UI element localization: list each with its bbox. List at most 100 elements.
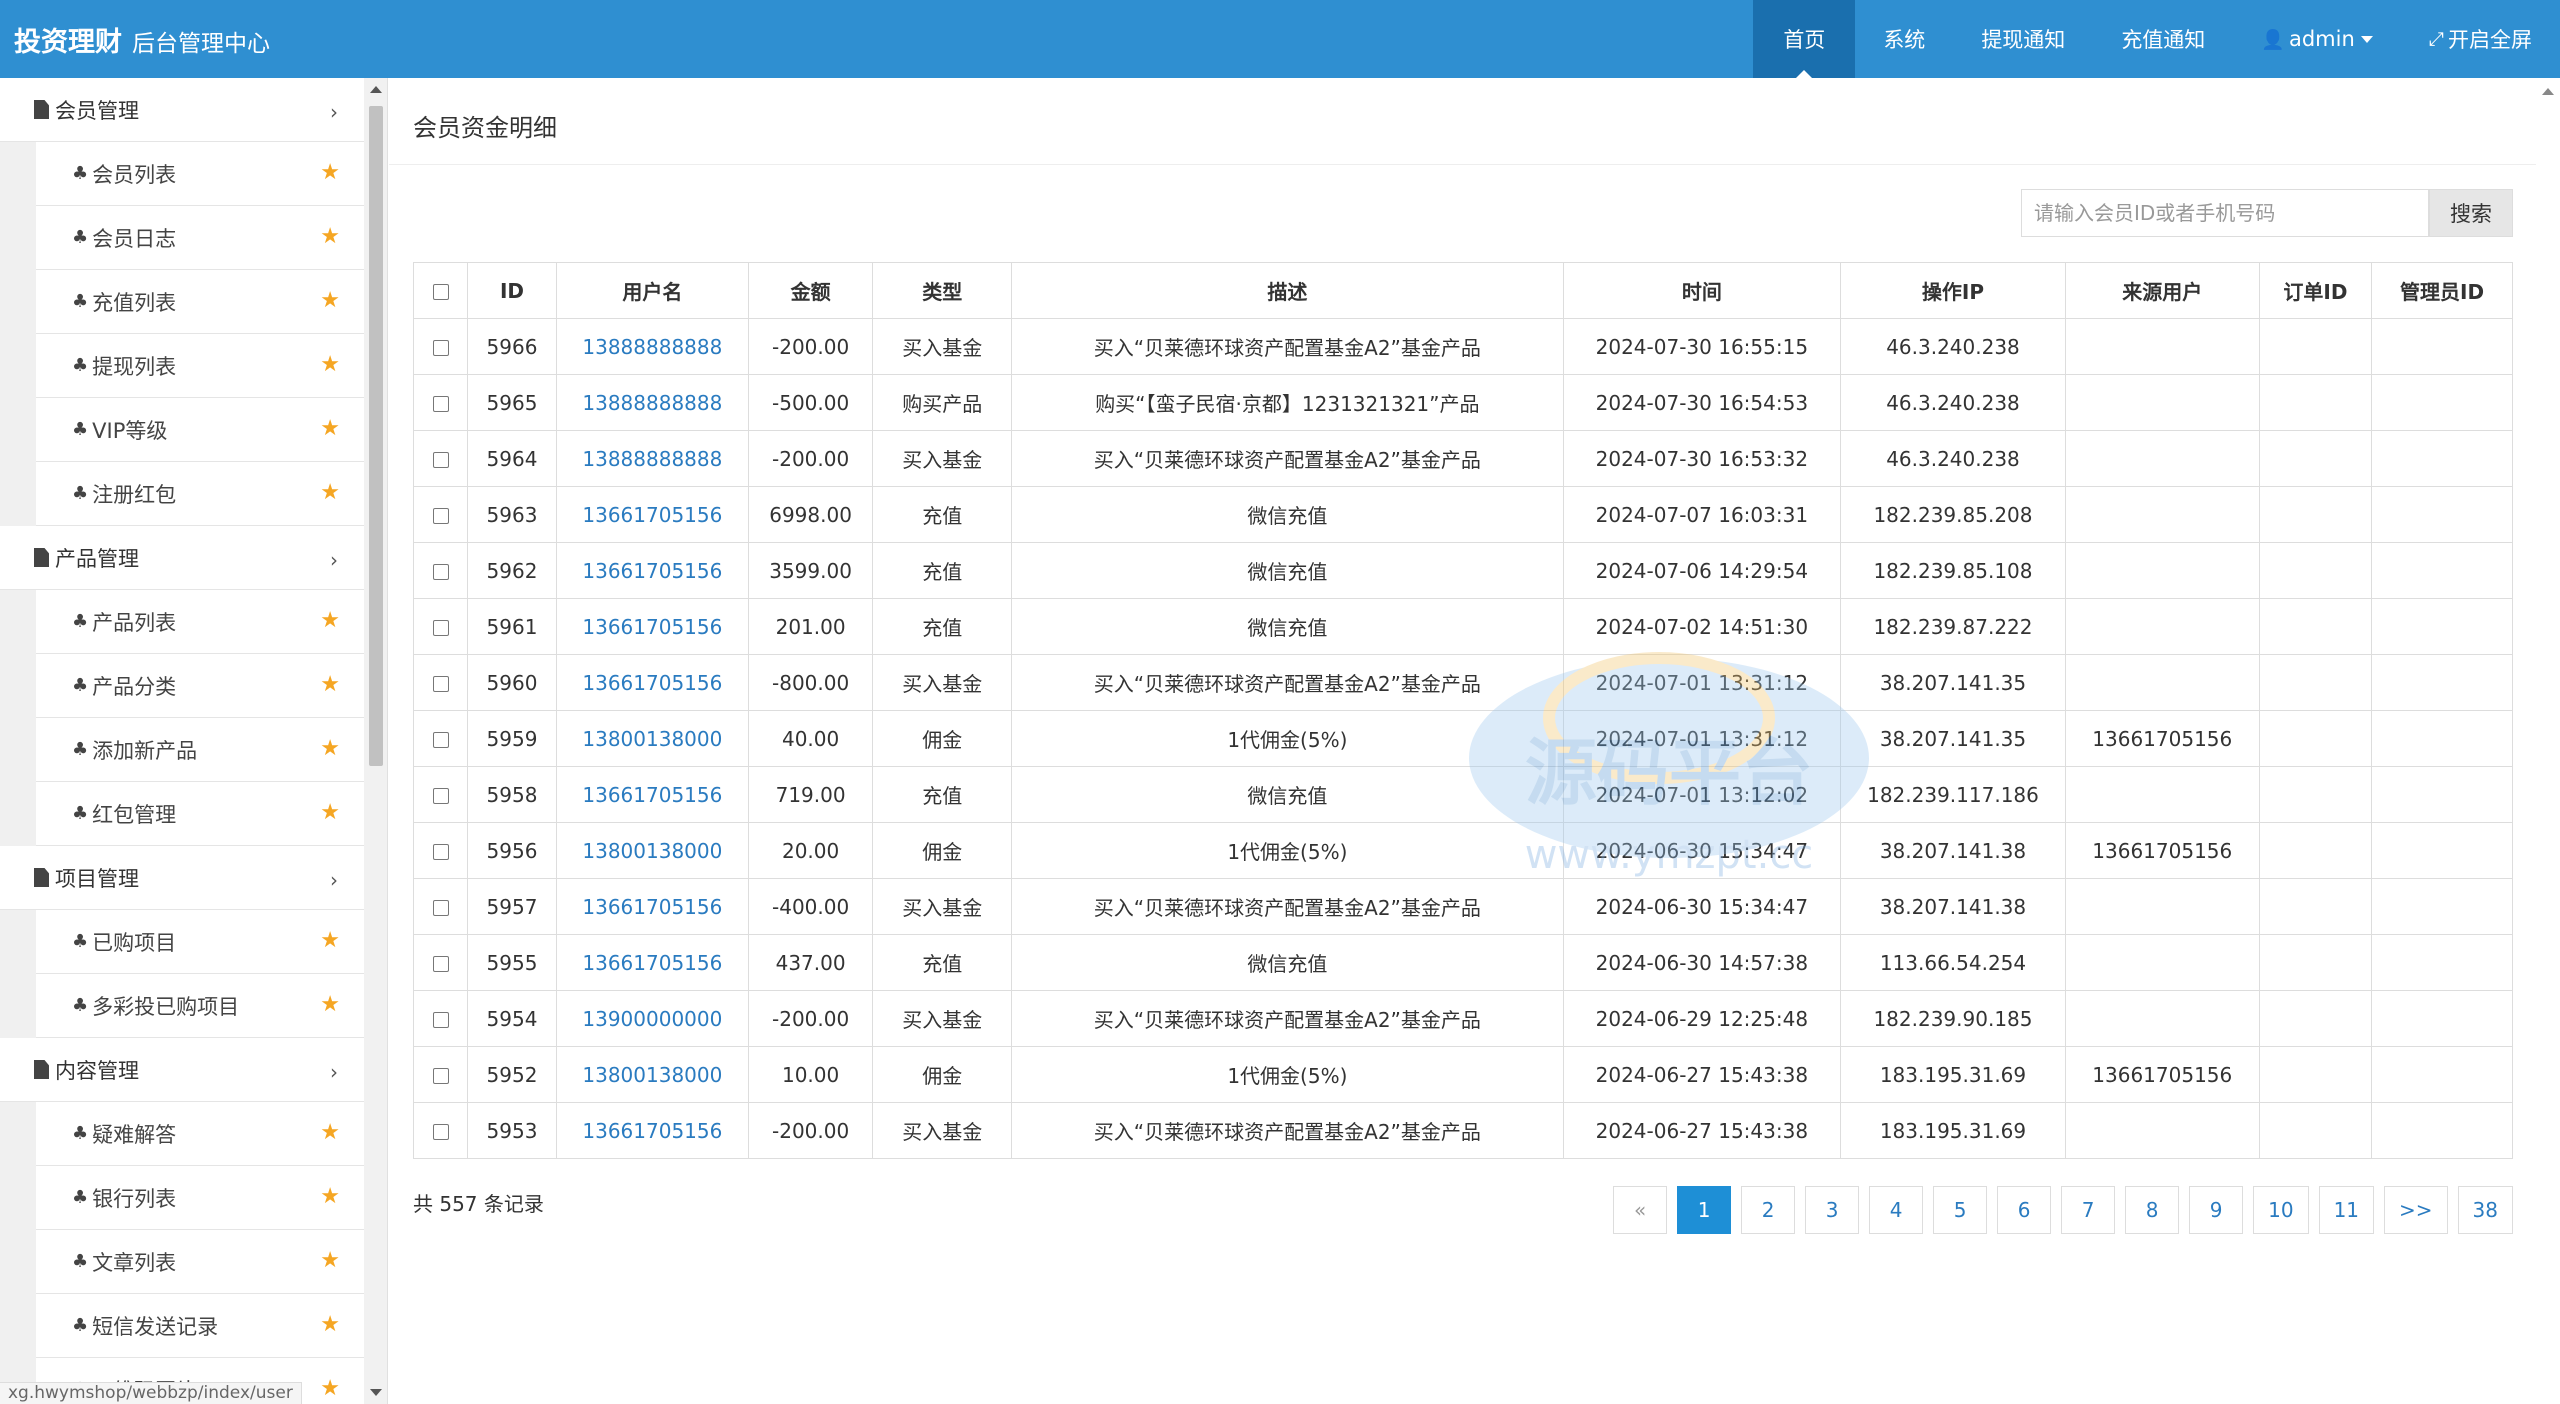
username-link[interactable]: 13661705156: [582, 615, 722, 639]
sidebar-item-member-list[interactable]: ♣ 会员列表 ★: [36, 142, 364, 206]
page-number[interactable]: 10: [2253, 1186, 2309, 1234]
search-input[interactable]: [2021, 189, 2429, 237]
table-cell: 5962: [467, 542, 557, 599]
table-cell: 183.195.31.69: [1840, 1046, 2066, 1103]
page-number[interactable]: 7: [2061, 1186, 2116, 1234]
row-checkbox-cell[interactable]: [412, 822, 469, 879]
scroll-down-arrow-icon[interactable]: [370, 1389, 382, 1396]
scroll-up-arrow-icon[interactable]: [370, 86, 382, 93]
row-checkbox-cell[interactable]: [412, 990, 469, 1047]
search-button[interactable]: 搜索: [2429, 189, 2513, 237]
row-checkbox-cell[interactable]: [412, 374, 469, 431]
row-checkbox-cell[interactable]: [412, 1102, 469, 1159]
row-checkbox[interactable]: [432, 564, 449, 580]
row-checkbox-cell[interactable]: [412, 318, 469, 375]
table-cell: 2024-07-30 16:54:53: [1562, 374, 1842, 431]
nav-home[interactable]: 首页: [1753, 0, 1856, 78]
sidebar-item-sms-log[interactable]: ♣ 短信发送记录 ★: [36, 1294, 364, 1358]
nav-admin-menu[interactable]: 👤 admin: [2233, 0, 2400, 78]
page-number[interactable]: 2: [1741, 1186, 1796, 1234]
table-cell: [2064, 654, 2260, 711]
sidebar-group-product[interactable]: 产品管理 ›: [0, 526, 364, 590]
page-number[interactable]: 6: [1997, 1186, 2052, 1234]
page-next[interactable]: >>: [2384, 1186, 2448, 1234]
username-link[interactable]: 13888888888: [582, 447, 722, 471]
scroll-up-arrow-icon[interactable]: [2542, 88, 2554, 95]
row-checkbox[interactable]: [432, 676, 449, 692]
username-link[interactable]: 13661705156: [582, 671, 722, 695]
username-link[interactable]: 13661705156: [582, 503, 722, 527]
sidebar-group-project[interactable]: 项目管理 ›: [0, 846, 364, 910]
username-link[interactable]: 13900000000: [582, 1007, 722, 1031]
row-checkbox[interactable]: [432, 620, 449, 636]
username-link[interactable]: 13661705156: [582, 559, 722, 583]
sidebar-item-withdraw-list[interactable]: ♣ 提现列表 ★: [36, 334, 364, 398]
row-checkbox-cell[interactable]: [412, 598, 469, 655]
row-checkbox[interactable]: [432, 1124, 449, 1140]
row-checkbox[interactable]: [432, 396, 449, 412]
nav-recharge-notice[interactable]: 充值通知: [2093, 0, 2233, 78]
sidebar-item-bank-list[interactable]: ♣ 银行列表 ★: [36, 1166, 364, 1230]
sidebar-item-register-bonus[interactable]: ♣ 注册红包 ★: [36, 462, 364, 526]
sidebar-item-member-log[interactable]: ♣ 会员日志 ★: [36, 206, 364, 270]
row-checkbox-cell[interactable]: [412, 542, 469, 599]
main-scrollbar[interactable]: [2536, 78, 2560, 1404]
row-checkbox[interactable]: [432, 788, 449, 804]
row-checkbox-cell[interactable]: [412, 1046, 469, 1103]
sidebar-item-product-list[interactable]: ♣ 产品列表 ★: [36, 590, 364, 654]
username-link[interactable]: 13888888888: [582, 335, 722, 359]
row-checkbox[interactable]: [432, 900, 449, 916]
row-checkbox-cell[interactable]: [412, 486, 469, 543]
sidebar-item-dct-projects[interactable]: ♣ 多彩投已购项目 ★: [36, 974, 364, 1038]
row-checkbox-cell[interactable]: [412, 766, 469, 823]
nav-withdraw-notice[interactable]: 提现通知: [1953, 0, 2093, 78]
row-checkbox-cell[interactable]: [412, 934, 469, 991]
username-link[interactable]: 13661705156: [582, 895, 722, 919]
select-all-checkbox-cell[interactable]: [412, 262, 469, 319]
row-checkbox[interactable]: [432, 340, 449, 356]
page-number[interactable]: 11: [2318, 1186, 2375, 1234]
username-link[interactable]: 13888888888: [582, 391, 722, 415]
page-number[interactable]: 38: [2457, 1186, 2513, 1234]
page-number[interactable]: 8: [2125, 1186, 2180, 1234]
sidebar-item-redpacket[interactable]: ♣ 红包管理 ★: [36, 782, 364, 846]
sidebar-group-content[interactable]: 内容管理 ›: [0, 1038, 364, 1102]
sidebar-item-faq[interactable]: ♣ 疑难解答 ★: [36, 1102, 364, 1166]
page-prev[interactable]: «: [1613, 1186, 1668, 1234]
username-link[interactable]: 13800138000: [582, 839, 722, 863]
username-link[interactable]: 13661705156: [582, 783, 722, 807]
sidebar-scrollbar[interactable]: [364, 78, 388, 1404]
nav-system[interactable]: 系统: [1855, 0, 1953, 78]
row-checkbox-cell[interactable]: [412, 654, 469, 711]
sidebar-item-recharge-list[interactable]: ♣ 充值列表 ★: [36, 270, 364, 334]
sidebar-item-article-list[interactable]: ♣ 文章列表 ★: [36, 1230, 364, 1294]
sidebar-item-add-product[interactable]: ♣ 添加新产品 ★: [36, 718, 364, 782]
sidebar-item-label: 文章列表: [92, 1250, 177, 1275]
row-checkbox-cell[interactable]: [412, 710, 469, 767]
username-link[interactable]: 13661705156: [582, 1119, 722, 1143]
page-number[interactable]: 9: [2189, 1186, 2244, 1234]
sidebar-item-product-category[interactable]: ♣ 产品分类 ★: [36, 654, 364, 718]
page-number[interactable]: 3: [1805, 1186, 1860, 1234]
row-checkbox[interactable]: [432, 1068, 449, 1084]
row-checkbox[interactable]: [432, 1012, 449, 1028]
page-number[interactable]: 5: [1933, 1186, 1988, 1234]
row-checkbox-cell[interactable]: [412, 430, 469, 487]
row-checkbox[interactable]: [432, 732, 449, 748]
username-link[interactable]: 13661705156: [582, 951, 722, 975]
row-checkbox[interactable]: [432, 956, 449, 972]
select-all-checkbox[interactable]: [432, 284, 449, 300]
row-checkbox-cell[interactable]: [412, 878, 469, 935]
username-link[interactable]: 13800138000: [582, 727, 722, 751]
scrollbar-thumb[interactable]: [369, 106, 383, 766]
nav-fullscreen[interactable]: ⤢ 开启全屏: [2401, 0, 2560, 78]
sidebar-item-purchased-projects[interactable]: ♣ 已购项目 ★: [36, 910, 364, 974]
page-number[interactable]: 1: [1677, 1186, 1732, 1234]
row-checkbox[interactable]: [432, 508, 449, 524]
row-checkbox[interactable]: [432, 844, 449, 860]
sidebar-item-vip-level[interactable]: ♣ VIP等级 ★: [36, 398, 364, 462]
row-checkbox[interactable]: [432, 452, 449, 468]
sidebar-group-member[interactable]: 会员管理 ›: [0, 78, 364, 142]
page-number[interactable]: 4: [1869, 1186, 1924, 1234]
username-link[interactable]: 13800138000: [582, 1063, 722, 1087]
